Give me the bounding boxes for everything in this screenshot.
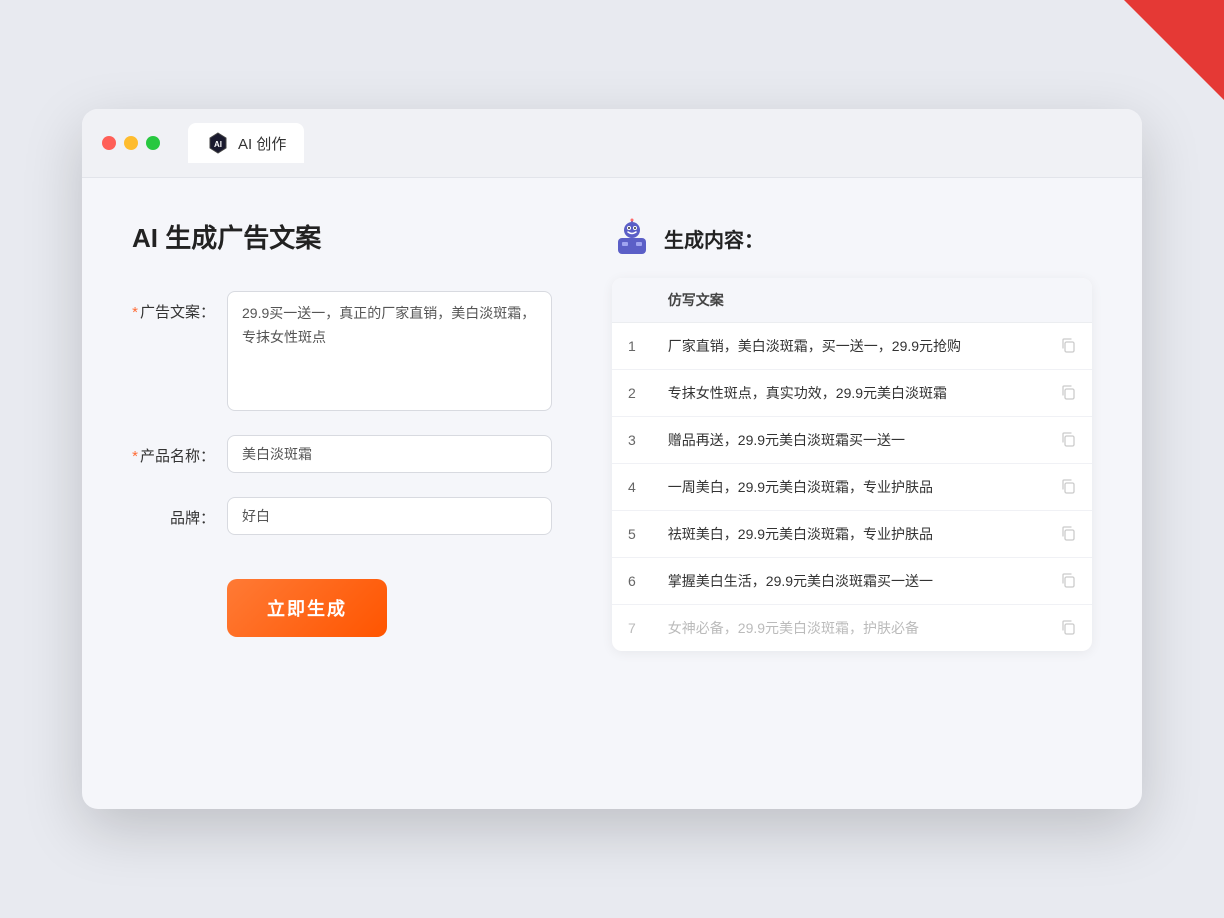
row-text: 女神必备，29.9元美白淡斑霜，护肤必备 [652, 605, 1044, 652]
tab-ai-create[interactable]: AI AI 创作 [188, 123, 304, 163]
copy-cell [1044, 417, 1092, 464]
copy-cell [1044, 605, 1092, 652]
product-name-row: *产品名称： [132, 435, 552, 473]
row-number: 6 [612, 558, 652, 605]
brand-row: 品牌： [132, 497, 552, 535]
ad-copy-row: *广告文案： 29.9买一送一，真正的厂家直销，美白淡斑霜，专抹女性斑点 [132, 291, 552, 411]
table-row: 7女神必备，29.9元美白淡斑霜，护肤必备 [612, 605, 1092, 652]
result-title: 生成内容： [664, 224, 764, 253]
svg-text:AI: AI [214, 140, 222, 149]
maximize-button[interactable] [146, 136, 160, 150]
row-text: 祛斑美白，29.9元美白淡斑霜，专业护肤品 [652, 511, 1044, 558]
row-number: 1 [612, 323, 652, 370]
copy-cell [1044, 511, 1092, 558]
product-name-input[interactable] [227, 435, 552, 473]
row-text: 掌握美白生活，29.9元美白淡斑霜买一送一 [652, 558, 1044, 605]
copy-cell [1044, 370, 1092, 417]
result-table: 仿写文案 1厂家直销，美白淡斑霜，买一送一，29.9元抢购 2专抹女性斑点，真实… [612, 278, 1092, 651]
table-row: 2专抹女性斑点，真实功效，29.9元美白淡斑霜 [612, 370, 1092, 417]
table-row: 1厂家直销，美白淡斑霜，买一送一，29.9元抢购 [612, 323, 1092, 370]
copy-cell [1044, 323, 1092, 370]
required-marker: * [132, 304, 138, 321]
row-text: 厂家直销，美白淡斑霜，买一送一，29.9元抢购 [652, 323, 1044, 370]
robot-icon [612, 218, 652, 258]
copy-icon[interactable] [1060, 572, 1076, 588]
row-number: 4 [612, 464, 652, 511]
titlebar: AI AI 创作 [82, 109, 1142, 178]
table-row: 4一周美白，29.9元美白淡斑霜，专业护肤品 [612, 464, 1092, 511]
minimize-button[interactable] [124, 136, 138, 150]
row-text: 一周美白，29.9元美白淡斑霜，专业护肤品 [652, 464, 1044, 511]
table-row: 5祛斑美白，29.9元美白淡斑霜，专业护肤品 [612, 511, 1092, 558]
col-num [612, 278, 652, 323]
brand-input[interactable] [227, 497, 552, 535]
traffic-lights [102, 136, 160, 150]
copy-icon[interactable] [1060, 525, 1076, 541]
ad-copy-label: *广告文案： [132, 291, 227, 322]
row-number: 2 [612, 370, 652, 417]
row-text: 赠品再送，29.9元美白淡斑霜买一送一 [652, 417, 1044, 464]
row-number: 7 [612, 605, 652, 652]
page-title: AI 生成广告文案 [132, 218, 552, 255]
copy-icon[interactable] [1060, 431, 1076, 447]
col-copy [1044, 278, 1092, 323]
required-marker-2: * [132, 448, 138, 465]
copy-cell [1044, 558, 1092, 605]
table-row: 3赠品再送，29.9元美白淡斑霜买一送一 [612, 417, 1092, 464]
row-number: 5 [612, 511, 652, 558]
left-panel: AI 生成广告文案 *广告文案： 29.9买一送一，真正的厂家直销，美白淡斑霜，… [132, 218, 552, 651]
copy-icon[interactable] [1060, 384, 1076, 400]
copy-icon[interactable] [1060, 337, 1076, 353]
main-content: AI 生成广告文案 *广告文案： 29.9买一送一，真正的厂家直销，美白淡斑霜，… [82, 178, 1142, 691]
ad-copy-input[interactable]: 29.9买一送一，真正的厂家直销，美白淡斑霜，专抹女性斑点 [227, 291, 552, 411]
row-number: 3 [612, 417, 652, 464]
col-text: 仿写文案 [652, 278, 1044, 323]
generate-button[interactable]: 立即生成 [227, 579, 387, 637]
copy-cell [1044, 464, 1092, 511]
copy-icon[interactable] [1060, 478, 1076, 494]
close-button[interactable] [102, 136, 116, 150]
row-text: 专抹女性斑点，真实功效，29.9元美白淡斑霜 [652, 370, 1044, 417]
product-name-label: *产品名称： [132, 435, 227, 466]
ai-tab-icon: AI [206, 131, 230, 155]
table-row: 6掌握美白生活，29.9元美白淡斑霜买一送一 [612, 558, 1092, 605]
result-header: 生成内容： [612, 218, 1092, 258]
brand-label: 品牌： [132, 497, 227, 528]
copy-icon[interactable] [1060, 619, 1076, 635]
tab-label: AI 创作 [238, 133, 286, 154]
browser-window: AI AI 创作 AI 生成广告文案 *广告文案： 29.9买一送一，真正的厂家… [82, 109, 1142, 809]
right-panel: 生成内容： 仿写文案 1厂家直销，美白淡斑霜，买一送一，29.9元抢购 2专抹女… [612, 218, 1092, 651]
